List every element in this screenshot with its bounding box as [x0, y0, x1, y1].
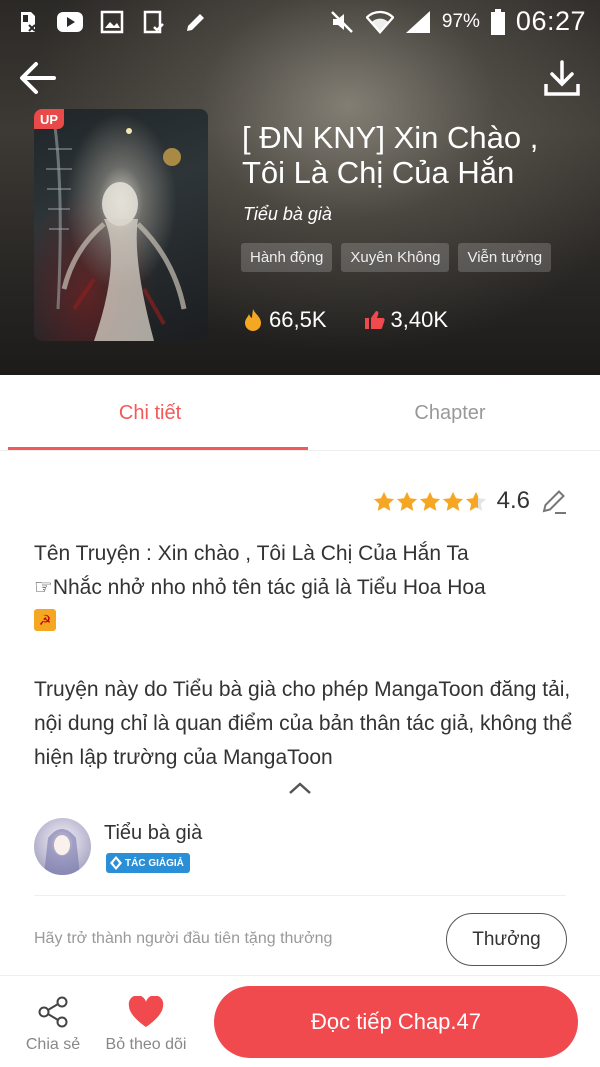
description-line	[34, 605, 574, 639]
cover-art	[46, 118, 187, 341]
description-line: ☞Nhắc nhở nho nhỏ tên tác giả là Tiểu Ho…	[34, 571, 574, 605]
fire-icon	[245, 309, 261, 331]
sim-x-icon	[14, 8, 42, 36]
book-title: [ ĐN KNY] Xin Chào , Tôi Là Chị Của Hắn	[242, 120, 539, 190]
arrow-left-icon	[20, 62, 56, 94]
pencil-icon	[182, 8, 210, 36]
share-label: Chia sẻ	[25, 1036, 81, 1053]
detail-tabs: Chi tiết Chapter	[0, 375, 600, 451]
diamond-icon	[110, 856, 122, 870]
book-header: 97% 06:27 UP [ ĐN KNY] Xin Chào , Tôi Là…	[0, 0, 600, 375]
clock: 06:27	[515, 6, 586, 36]
battery-percent: 97%	[441, 10, 480, 32]
author-card[interactable]: Tiểu bà già TÁC GIẢGIẢ	[34, 818, 574, 878]
star-icon	[442, 491, 463, 511]
continue-reading-button[interactable]: Đọc tiếp Chap.47	[214, 986, 578, 1058]
pointing-hand-icon: ☞	[34, 576, 53, 599]
author-badge-label: TÁC GIẢGIẢ	[125, 857, 184, 869]
description-line: Tên Truyện : Xin chào , Tôi Là Chị Của H…	[34, 542, 469, 565]
youtube-icon	[56, 8, 84, 36]
star-rating	[373, 491, 487, 512]
book-description: Tên Truyện : Xin chào , Tôi Là Chị Của H…	[34, 537, 574, 775]
unfollow-label: Bỏ theo dõi	[105, 1036, 187, 1053]
unfollow-button[interactable]: Bỏ theo dõi	[100, 976, 192, 1067]
tab-detail[interactable]: Chi tiết	[0, 375, 300, 451]
tab-chapter[interactable]: Chapter	[300, 375, 600, 451]
star-icon	[396, 491, 417, 511]
signal-icon	[404, 8, 432, 36]
genre-tag[interactable]: Hành động	[241, 243, 333, 272]
share-button[interactable]: Chia sẻ	[18, 976, 88, 1067]
description-text: Nhắc nhở nho nhỏ tên tác giả là Tiểu Hoa…	[52, 576, 486, 599]
gift-prompt: Hãy trở thành người đầu tiên tặng thưởng	[34, 930, 333, 947]
download-icon	[544, 60, 580, 96]
description-disclaimer: Truyện này do Tiểu bà già cho phép Manga…	[34, 678, 573, 769]
author-name: Tiểu bà già	[104, 822, 203, 844]
battery-icon	[490, 8, 506, 36]
rating-row: 4.6	[373, 487, 568, 515]
gift-row: Hãy trở thành người đầu tiên tặng thưởng…	[0, 912, 600, 968]
author-badge: TÁC GIẢGIẢ	[106, 853, 190, 873]
divider	[34, 895, 566, 896]
star-icon	[373, 491, 394, 511]
active-tab-indicator	[8, 447, 308, 450]
download-button[interactable]	[540, 56, 584, 100]
half-star-icon	[465, 491, 486, 511]
views-count: 66,5K	[269, 307, 327, 332]
cover-image[interactable]	[34, 109, 208, 341]
update-badge: UP	[34, 109, 64, 129]
likes-stat: 3,40K	[363, 307, 449, 333]
star-icon	[419, 491, 440, 511]
share-icon	[38, 996, 68, 1028]
heart-icon	[128, 996, 164, 1027]
tablet-check-icon	[140, 8, 168, 36]
likes-count: 3,40K	[390, 307, 449, 332]
mute-icon	[328, 8, 356, 36]
hammer-sickle-emoji-icon	[34, 609, 56, 631]
back-button[interactable]	[16, 56, 60, 100]
edit-rating-icon[interactable]	[540, 487, 568, 515]
genre-tags: Hành động Xuyên Không Viễn tưởng	[241, 243, 552, 272]
book-stats: 66,5K 3,40K	[243, 307, 448, 333]
thumbs-up-icon	[364, 311, 385, 329]
book-author[interactable]: Tiểu bà già	[243, 204, 332, 225]
collapse-chevron-icon[interactable]	[287, 780, 313, 796]
image-icon	[98, 8, 126, 36]
genre-tag[interactable]: Viễn tưởng	[458, 243, 552, 272]
reward-button[interactable]: Thưởng	[446, 913, 567, 966]
views-stat: 66,5K	[243, 307, 327, 333]
wifi-icon	[365, 8, 394, 36]
status-bar: 97% 06:27	[0, 0, 600, 44]
genre-tag[interactable]: Xuyên Không	[341, 243, 450, 272]
rating-value: 4.6	[496, 487, 530, 514]
avatar	[34, 818, 91, 875]
